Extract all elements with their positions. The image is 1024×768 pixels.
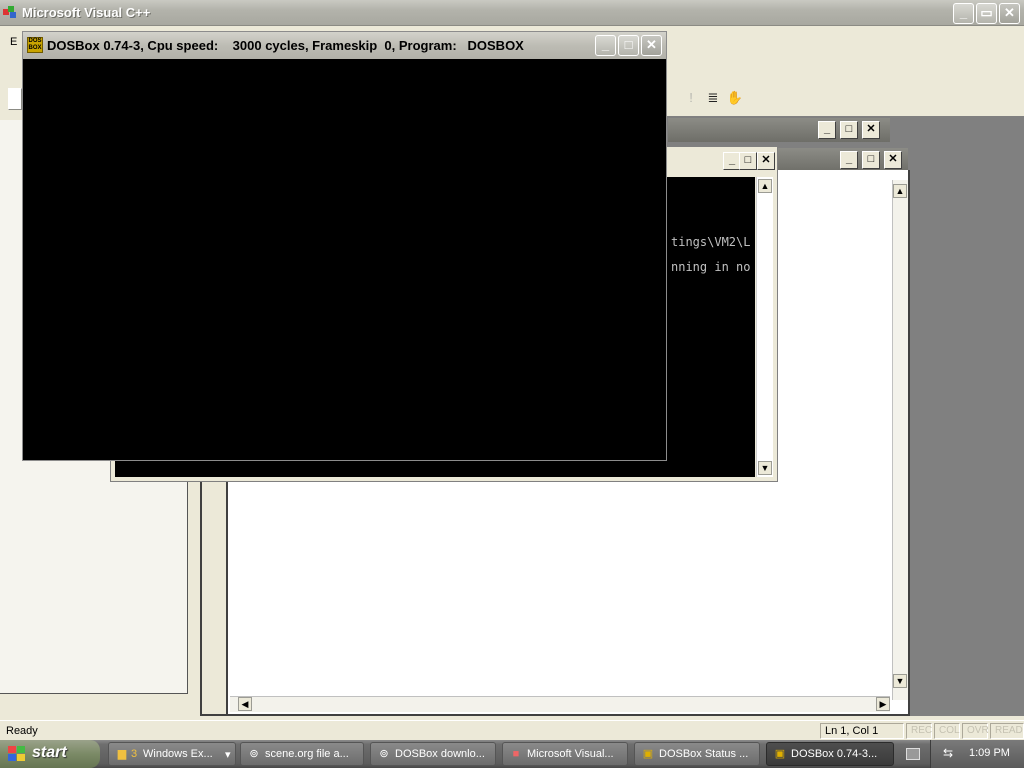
dosbox-maximize-button[interactable]: □ — [618, 35, 639, 56]
toolbar-list-icon[interactable]: ≣ — [704, 90, 722, 108]
taskbar-item-dosbox-active[interactable]: ▣ DOSBox 0.74-3... — [766, 742, 894, 766]
console-close-button[interactable]: ✕ — [757, 152, 775, 170]
status-ready: Ready — [6, 725, 38, 737]
scroll-right-icon[interactable]: ▶ — [876, 697, 890, 711]
editor-maximize-button[interactable]: □ — [862, 151, 880, 169]
windows-flag-icon — [8, 746, 25, 761]
dosbox-icon: ▣ — [774, 748, 786, 760]
toolbar-hand-icon[interactable]: ✋ — [726, 90, 744, 108]
vc-window-title: Microsoft Visual C++ — [22, 5, 151, 20]
dosbox-screen[interactable] — [23, 59, 666, 460]
mdi-close-button[interactable]: ✕ — [862, 121, 880, 139]
visual-cpp-icon: ■ — [512, 748, 520, 760]
visual-cpp-icon — [3, 6, 16, 18]
toolbar-combo[interactable] — [8, 88, 22, 110]
editor-minimize-button[interactable]: _ — [840, 151, 858, 169]
taskbar-item-label: DOSBox downlo... — [395, 748, 485, 760]
network-icon[interactable]: ⇆ — [943, 746, 959, 762]
close-button[interactable]: ✕ — [999, 3, 1020, 24]
status-col: COL — [934, 723, 960, 739]
console-line: tings\VM2\L — [671, 235, 751, 249]
console-scroll-up-icon[interactable]: ▲ — [758, 179, 772, 193]
system-tray: ⇆ 1:09 PM — [930, 740, 1024, 768]
taskbar-item-scene-org[interactable]: ⊚ scene.org file a... — [240, 742, 364, 766]
taskbar-item-windows-explorer[interactable]: ▆ 3 Windows Ex... ▾ — [108, 742, 236, 766]
mdi-minimize-button[interactable]: _ — [818, 121, 836, 139]
dosbox-title: DOSBox 0.74-3, Cpu speed: 3000 cycles, F… — [47, 38, 524, 53]
taskbar-item-visual-cpp[interactable]: ■ Microsoft Visual... — [502, 742, 628, 766]
mdi-maximize-button[interactable]: □ — [840, 121, 858, 139]
taskbar-item-label: scene.org file a... — [265, 748, 349, 760]
minimize-button[interactable]: _ — [953, 3, 974, 24]
editor-titlebar[interactable]: _ □ ✕ — [778, 148, 908, 172]
toolbar-exclaim-icon[interactable]: ! — [682, 90, 700, 108]
console-maximize-button[interactable]: □ — [739, 152, 757, 170]
taskbar-item-dosbox-status[interactable]: ▣ DOSBox Status ... — [634, 742, 760, 766]
folder-icon: ▆ — [117, 748, 127, 760]
vc-titlebar[interactable]: Microsoft Visual C++ _ ▭ ✕ — [0, 0, 1024, 26]
status-rec: REC — [906, 723, 932, 739]
restore-button[interactable]: ▭ — [976, 3, 997, 24]
console-titlebar[interactable]: _ □ ✕ — [667, 149, 777, 173]
browser-icon: ⊚ — [379, 748, 389, 760]
dosbox-icon: ▣ — [642, 748, 654, 760]
dosbox-close-button[interactable]: ✕ — [641, 35, 662, 56]
start-button[interactable]: start — [0, 740, 100, 768]
dosbox-titlebar[interactable]: DOS BOX DOSBox 0.74-3, Cpu speed: 3000 c… — [23, 32, 666, 59]
editor-horizontal-scrollbar[interactable]: ◀ ▶ — [230, 696, 890, 712]
start-label: start — [32, 744, 67, 761]
taskbar-item-label: Microsoft Visual... — [527, 748, 614, 760]
status-ovr: OVR — [962, 723, 989, 739]
status-read: READ — [990, 723, 1024, 739]
editor-close-button[interactable]: ✕ — [884, 151, 902, 169]
dosbox-minimize-button[interactable]: _ — [595, 35, 616, 56]
chevron-down-icon: ▾ — [225, 749, 231, 761]
browser-icon: ⊚ — [249, 748, 259, 760]
scroll-up-icon[interactable]: ▲ — [893, 184, 907, 198]
status-cursor-position: Ln 1, Col 1 — [820, 723, 904, 739]
editor-vertical-scrollbar[interactable]: ▲ ▼ — [892, 180, 908, 700]
dosbox-icon: DOS BOX — [27, 37, 43, 53]
keyboard-icon[interactable] — [906, 748, 920, 760]
console-line: nning in no — [671, 260, 751, 274]
clock[interactable]: 1:09 PM — [969, 747, 1010, 759]
console-scroll-down-icon[interactable]: ▼ — [758, 461, 772, 475]
scroll-down-icon[interactable]: ▼ — [893, 674, 907, 688]
scroll-left-icon[interactable]: ◀ — [238, 697, 252, 711]
taskbar-item-label: DOSBox 0.74-3... — [791, 748, 878, 760]
taskbar-group-count: 3 — [131, 748, 138, 760]
console-scrollbar[interactable]: ▲ ▼ — [756, 177, 773, 477]
menu-item-edit[interactable]: E — [10, 36, 17, 48]
mdi-window-titlebar[interactable]: _ □ ✕ — [668, 118, 890, 142]
taskbar-item-dosbox-download[interactable]: ⊚ DOSBox downlo... — [370, 742, 496, 766]
taskbar: start ▆ 3 Windows Ex... ▾ ⊚ scene.org fi… — [0, 740, 1024, 768]
taskbar-item-label: DOSBox Status ... — [659, 748, 749, 760]
status-bar: Ready Ln 1, Col 1 REC COL OVR READ — [0, 720, 1024, 740]
dosbox-window[interactable]: DOS BOX DOSBox 0.74-3, Cpu speed: 3000 c… — [22, 31, 667, 461]
taskbar-item-label: Windows Ex... — [143, 748, 213, 760]
